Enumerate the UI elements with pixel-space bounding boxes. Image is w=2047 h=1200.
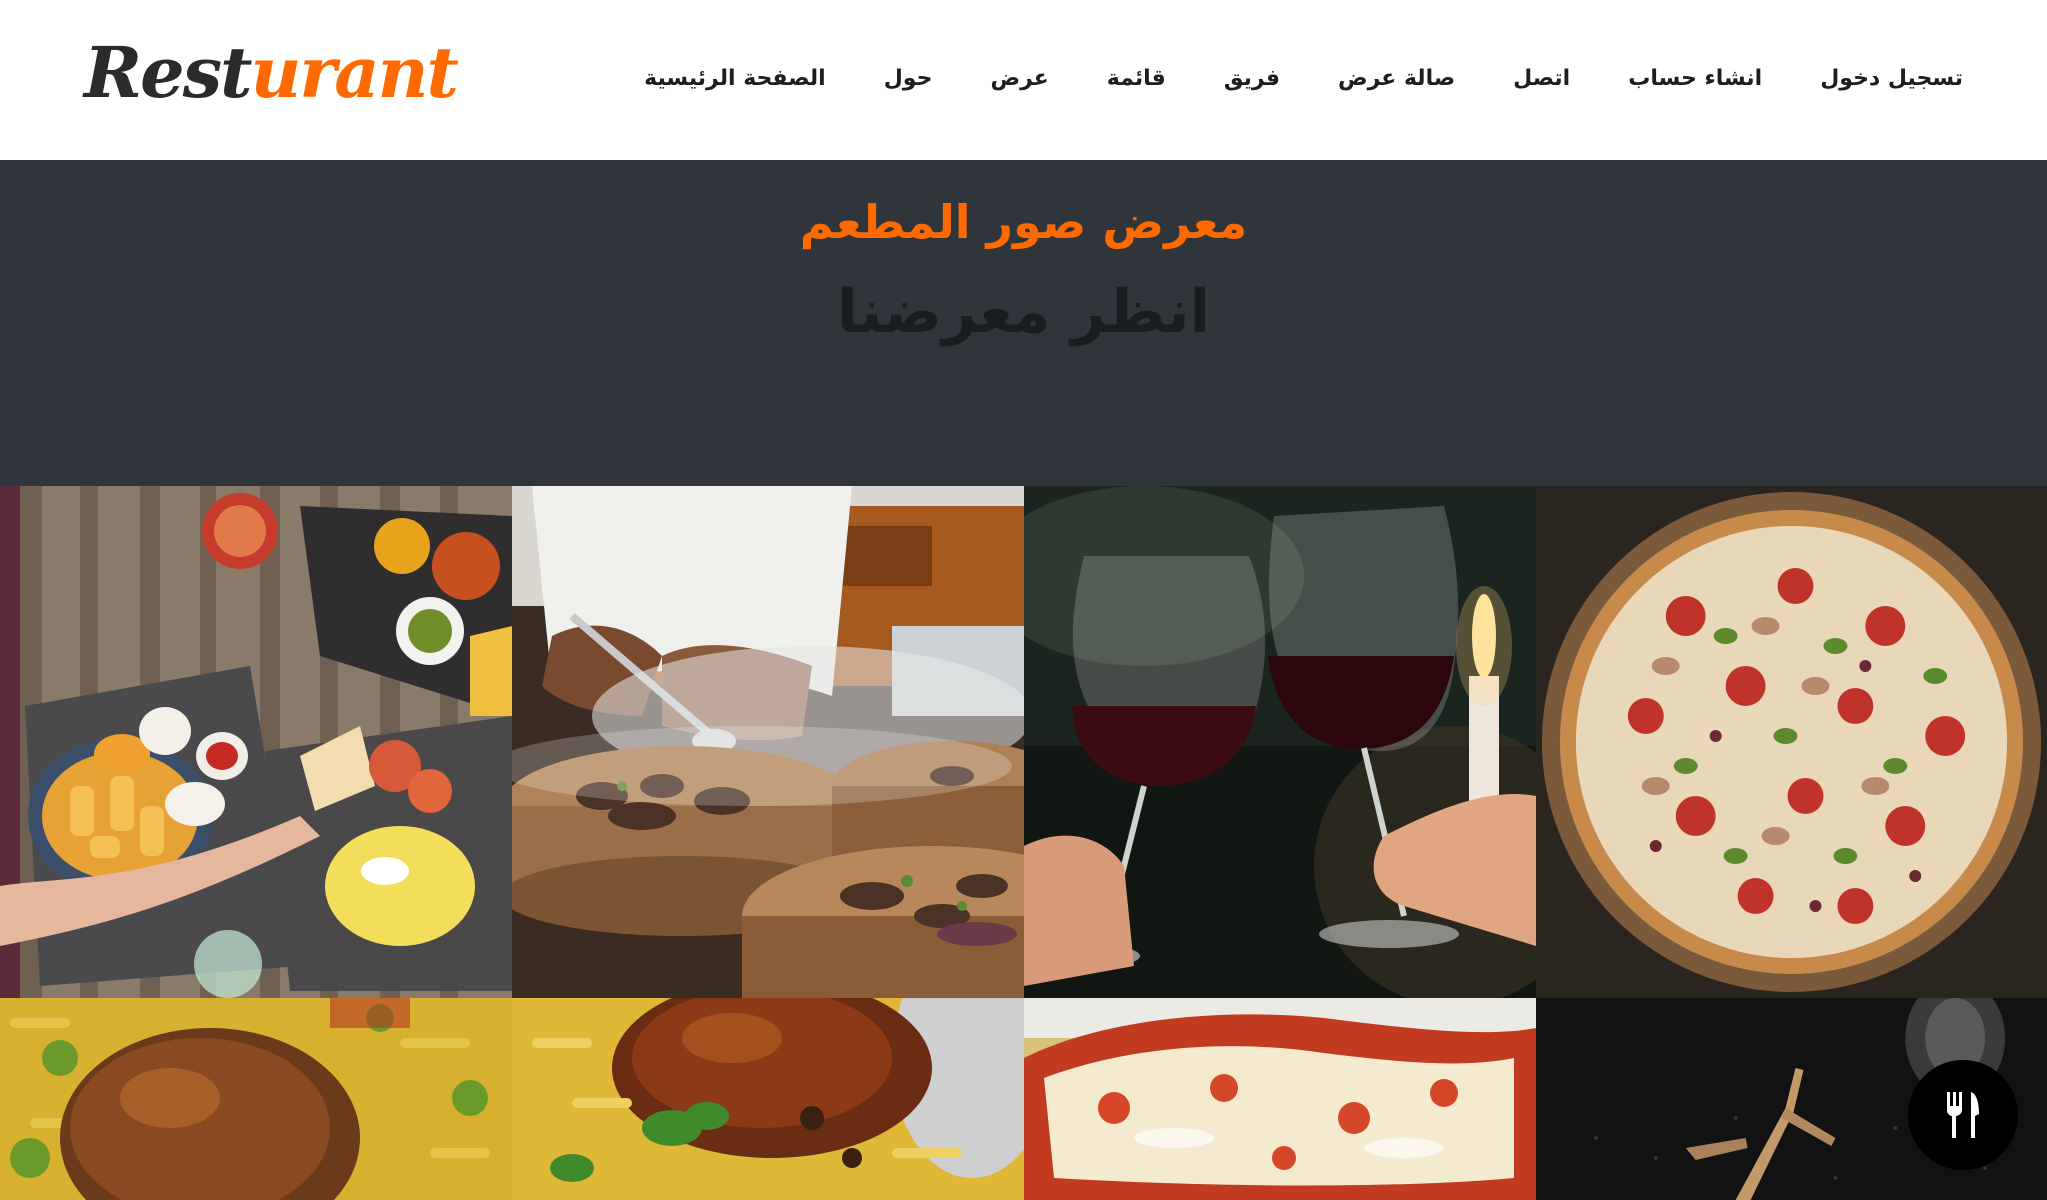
chicken-rice-2-image [512,998,1024,1200]
utensils-icon [1947,1092,1979,1138]
gallery-photo-chicken-rice[interactable] [0,998,512,1200]
logo-part-1: Rest [84,31,252,114]
logo-part-2: urant [250,31,458,114]
nav-offer[interactable]: عرض [990,52,1048,106]
main-nav: تسجيل دخول انشاء حساب اتصل صالة عرض فريق… [586,52,1963,106]
site-header: Resturant تسجيل دخول انشاء حساب اتصل صال… [0,0,2047,160]
pizza-image [1536,486,2047,998]
nav-signup[interactable]: انشاء حساب [1628,52,1762,106]
gallery-photo-chicken-rice-2[interactable] [512,998,1024,1200]
wine-toast-image [1024,486,1536,998]
gallery-photo-wine-toast[interactable] [1024,486,1536,998]
gallery-hero: معرض صور المطعم انظر معرضنا [0,160,2047,486]
nav-home[interactable]: الصفحة الرئيسية [644,52,826,106]
nav-menu[interactable]: قائمة [1107,52,1166,106]
table-spread-image [0,486,512,998]
gallery-photo-pizza[interactable] [1536,486,2047,998]
nav-gallery[interactable]: صالة عرض [1338,52,1455,106]
floating-menu-button[interactable] [1908,1060,2018,1170]
photo-gallery [0,486,2047,1200]
gallery-photo-chef-plating[interactable] [512,486,1024,998]
gallery-photo-table-spread[interactable] [0,486,512,998]
chef-plating-image [512,486,1024,998]
lasagna-image [1024,998,1536,1200]
gallery-photo-lasagna[interactable] [1024,998,1536,1200]
nav-login[interactable]: تسجيل دخول [1820,52,1963,106]
chicken-rice-image [0,998,512,1200]
nav-about[interactable]: حول [884,52,933,106]
site-logo[interactable]: Resturant [84,28,459,118]
nav-contact[interactable]: اتصل [1513,52,1570,106]
hero-title: انظر معرضنا [836,277,1211,347]
nav-team[interactable]: فريق [1224,52,1280,106]
hero-subtitle: معرض صور المطعم [799,195,1248,249]
